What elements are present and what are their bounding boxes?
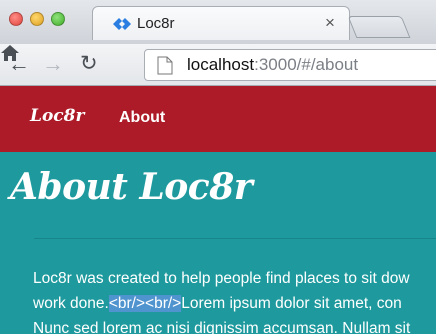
forward-arrow-icon[interactable]: → <box>42 53 64 75</box>
paragraph-line: Loc8r was created to help people find pl… <box>33 270 410 287</box>
page-content: About Loc8r Loc8r was created to help pe… <box>0 152 436 334</box>
about-paragraph: Loc8r was created to help people find pl… <box>33 266 436 334</box>
nav-link-about[interactable]: About <box>119 109 165 127</box>
url-host: localhost <box>187 55 255 74</box>
close-window-button[interactable] <box>9 12 23 26</box>
angular-favicon-icon <box>113 18 131 30</box>
paragraph-line: Nunc sed lorem ac nisi dignissim accumsa… <box>33 320 411 334</box>
page-title: About Loc8r <box>10 166 253 208</box>
paragraph-text: Lorem ipsum dolor sit amet, con <box>181 295 402 312</box>
back-arrow-icon[interactable]: ← <box>8 53 30 75</box>
zoom-window-button[interactable] <box>51 12 65 26</box>
minimize-window-button[interactable] <box>30 12 44 26</box>
reload-icon[interactable]: ↻ <box>80 53 98 75</box>
address-bar[interactable]: localhost:3000/#/about <box>144 49 436 81</box>
new-tab-button[interactable] <box>347 16 411 38</box>
tab-close-icon[interactable]: × <box>325 13 335 33</box>
browser-tab[interactable]: Loc8r × <box>92 6 350 40</box>
selected-text: <br/><br/> <box>108 295 182 312</box>
url-path: :3000/#/about <box>254 55 359 74</box>
site-navbar: Loc8r About <box>0 86 436 152</box>
page-icon <box>157 56 173 75</box>
title-divider <box>34 238 436 239</box>
paragraph-text: work done. <box>33 295 109 312</box>
paragraph-line: work done.<br/><br/>Lorem ipsum dolor si… <box>33 291 436 316</box>
browser-toolbar: ← → ↻ localhost:3000/#/about <box>0 44 436 86</box>
url-text: localhost:3000/#/about <box>187 55 358 75</box>
browser-titlebar: Loc8r × <box>0 0 436 44</box>
tab-title: Loc8r <box>137 15 175 32</box>
brand-logo[interactable]: Loc8r <box>30 106 84 126</box>
